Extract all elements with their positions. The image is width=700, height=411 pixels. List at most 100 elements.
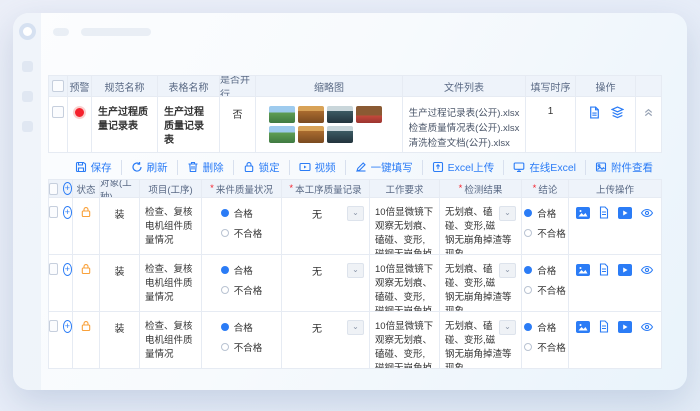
file-link[interactable]: 清洗检查文档(公开).xlsx [409, 136, 520, 151]
save-button[interactable]: 保存 [66, 160, 121, 175]
process-record-select[interactable]: 无 ⌄ [282, 320, 369, 335]
test-result-select[interactable]: ⌄ 无划痕、磕碰、变形,磁钢无崩角掉渣等现象 [440, 206, 521, 254]
col-parallel: 是否并行 [220, 75, 256, 97]
radio-unselected-icon [524, 229, 533, 237]
radio-pass[interactable]: 合格 [220, 320, 253, 334]
thumbnail-image[interactable] [327, 106, 353, 123]
eye-icon[interactable] [640, 321, 654, 333]
video-button[interactable]: 视频 [288, 159, 345, 175]
radio-fail[interactable]: 不合格 [220, 283, 262, 297]
document-icon[interactable] [588, 106, 601, 119]
sidebar-item-ghost [22, 121, 33, 132]
image-icon[interactable] [576, 206, 590, 219]
file-link[interactable]: 生产过程记录表(公开).xlsx [409, 106, 520, 121]
attachment-view-button[interactable]: 附件查看 [585, 159, 662, 175]
radio-fail[interactable]: 不合格 [220, 340, 262, 354]
chevron-down-icon[interactable]: ⌄ [499, 263, 516, 278]
record-row: + 装 检查、复核电机组件质量情况 合格 不合格 无 ⌄ 10倍显微镜下观察无划… [48, 255, 662, 312]
incoming-quality-radios: 合格 不合格 [220, 263, 262, 297]
add-row-icon[interactable]: + [62, 320, 72, 333]
chevron-down-icon[interactable]: ⌄ [347, 320, 364, 335]
record-row: + 装 检查、复核电机组件质量情况 合格 不合格 无 ⌄ 10倍显微镜下观察无划… [48, 198, 662, 255]
radio-selected-icon [524, 209, 533, 217]
image-icon[interactable] [576, 320, 590, 333]
action-toolbar: 保存 刷新 删除 锁定 视频 一键填写 Excel上传 在线Excel 附件查看 [48, 157, 662, 177]
col-upload-ops: 上传操作 [569, 179, 662, 198]
spec-name: 生产过程质量记录表 [98, 107, 148, 132]
video-icon[interactable] [618, 263, 632, 276]
monitor-icon [513, 161, 525, 173]
thumbnail-image[interactable] [269, 106, 295, 123]
col-file-list: 文件列表 [403, 75, 526, 97]
select-all-checkbox[interactable] [52, 80, 64, 92]
radio-pass[interactable]: 合格 [524, 263, 556, 277]
test-result-select[interactable]: ⌄ 无划痕、磕碰、变形,磁钢无崩角掉渣等现象 [440, 320, 521, 368]
chevron-down-icon[interactable]: ⌄ [347, 263, 364, 278]
thumbnail-image[interactable] [298, 126, 324, 143]
layers-icon[interactable] [610, 106, 624, 119]
radio-selected-icon [524, 266, 533, 274]
radio-fail[interactable]: 不合格 [524, 226, 566, 240]
thumbnail-image[interactable] [298, 106, 324, 123]
chevron-down-icon[interactable]: ⌄ [499, 320, 516, 335]
save-icon [75, 161, 87, 173]
video-icon[interactable] [618, 206, 632, 219]
forms-table: 预警 规范名称 表格名称 是否并行 缩略图 文件列表 填写时序 操作 生产过程质… [48, 75, 662, 153]
conclusion-radios: 合格 不合格 [524, 320, 566, 354]
process-record-select[interactable]: 无 ⌄ [282, 263, 369, 278]
thumbnail-image[interactable] [327, 126, 353, 143]
thumbnail-image[interactable] [269, 126, 295, 143]
row-checkbox[interactable] [49, 320, 58, 332]
radio-pass[interactable]: 合格 [524, 206, 556, 220]
document-icon[interactable] [598, 263, 610, 276]
radio-fail[interactable]: 不合格 [524, 283, 566, 297]
header-select-cell: + [48, 179, 73, 198]
refresh-button[interactable]: 刷新 [120, 159, 177, 175]
row-checkbox[interactable] [52, 106, 64, 118]
radio-selected-icon [220, 209, 229, 217]
file-link[interactable]: 检查质量情况表(公开).xlsx [409, 121, 520, 136]
chevron-down-icon[interactable]: ⌄ [347, 206, 364, 221]
radio-selected-icon [524, 323, 533, 331]
attachment-icon [595, 161, 607, 173]
form-name: 生产过程质量记录表 [164, 107, 204, 146]
radio-selected-icon [220, 266, 229, 274]
collapse-row-icon[interactable] [643, 106, 654, 117]
row-checkbox[interactable] [49, 206, 58, 218]
chevron-down-icon[interactable]: ⌄ [499, 206, 516, 221]
lock-status-icon [80, 206, 92, 218]
thumbnail-image[interactable] [356, 106, 382, 123]
video-icon[interactable] [618, 320, 632, 333]
delete-button[interactable]: 删除 [176, 159, 233, 175]
blurred-menu-icon [53, 28, 69, 36]
role-value: 装 [114, 324, 125, 335]
radio-pass[interactable]: 合格 [220, 263, 253, 277]
conclusion-radios: 合格 不合格 [524, 206, 566, 240]
eye-icon[interactable] [640, 264, 654, 276]
radio-pass[interactable]: 合格 [220, 206, 253, 220]
lock-button[interactable]: 锁定 [232, 159, 289, 175]
add-row-icon[interactable]: + [62, 263, 72, 276]
eye-icon[interactable] [640, 207, 654, 219]
radio-selected-icon [220, 323, 229, 331]
quick-fill-button[interactable]: 一键填写 [344, 159, 422, 175]
test-result-select[interactable]: ⌄ 无划痕、磕碰、变形,磁钢无崩角掉渣等现象 [440, 263, 521, 311]
add-row-icon[interactable]: + [62, 206, 72, 219]
radio-fail[interactable]: 不合格 [220, 226, 262, 240]
excel-upload-button[interactable]: Excel上传 [421, 159, 504, 175]
image-icon[interactable] [576, 263, 590, 276]
blurred-breadcrumb [81, 28, 151, 36]
radio-pass[interactable]: 合格 [524, 320, 556, 334]
document-icon[interactable] [598, 206, 610, 219]
row-checkbox[interactable] [49, 263, 58, 275]
radio-fail[interactable]: 不合格 [524, 340, 566, 354]
role-value: 装 [114, 267, 125, 278]
radio-unselected-icon [220, 229, 229, 237]
add-row-icon[interactable]: + [62, 182, 72, 195]
online-excel-button[interactable]: 在线Excel [503, 159, 585, 175]
process-record-select[interactable]: 无 ⌄ [282, 206, 369, 221]
alert-dot-icon [73, 106, 86, 119]
document-icon[interactable] [598, 320, 610, 333]
select-all-checkbox[interactable] [49, 182, 58, 195]
video-icon [299, 161, 311, 173]
